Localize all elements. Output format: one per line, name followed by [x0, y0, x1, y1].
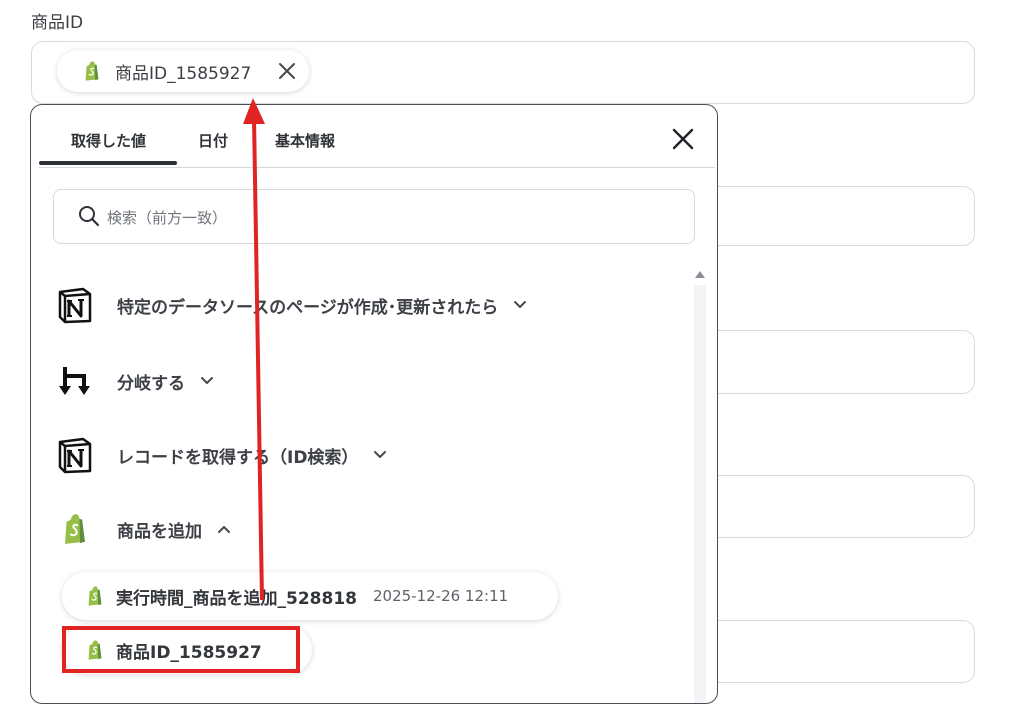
- annotation-arrow: [243, 98, 265, 601]
